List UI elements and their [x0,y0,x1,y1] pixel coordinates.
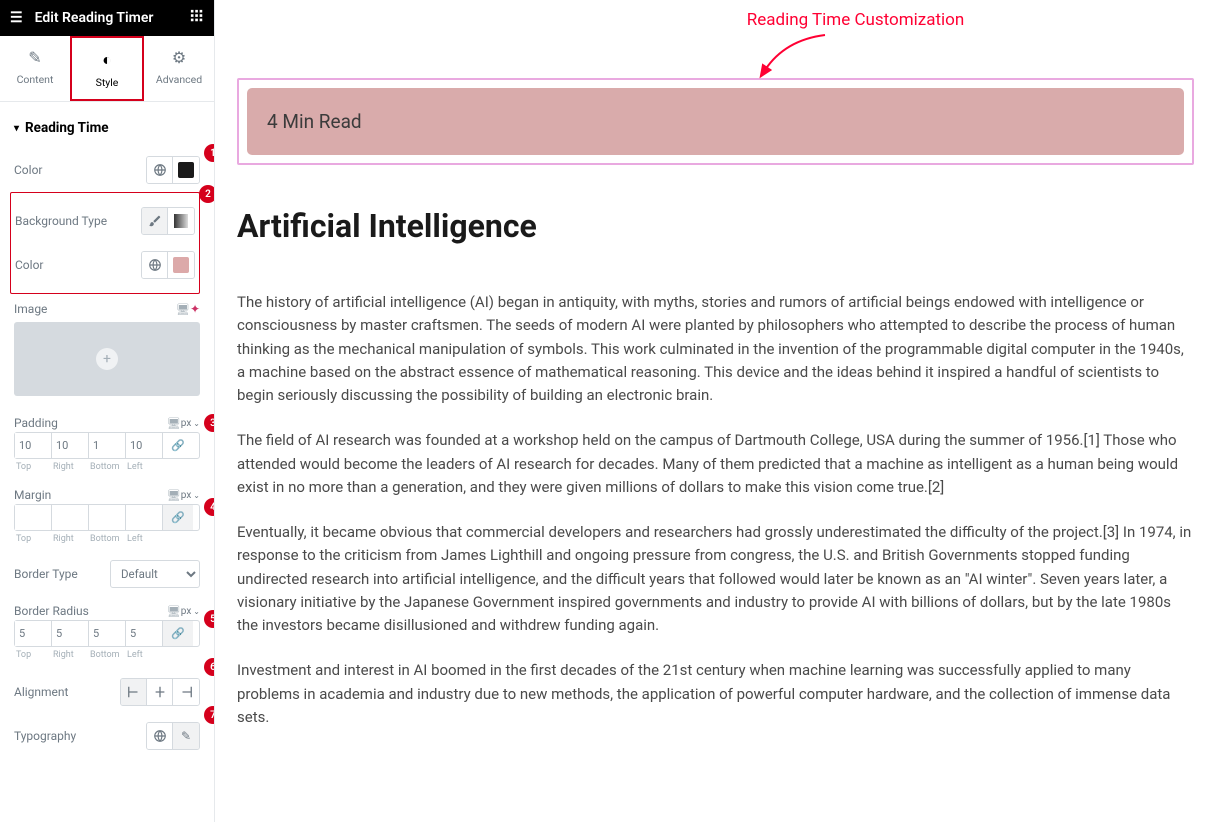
responsive-icon[interactable]: 🖥 [167,489,181,502]
global-bg-color-button[interactable] [142,252,168,278]
annotation-title: Reading Time Customization [517,10,1194,30]
control-color: Color 1 [14,148,200,192]
control-image: Image 🖥 ✦ [14,294,200,318]
global-color-button[interactable] [147,157,173,183]
gear-icon: ⚙ [144,48,214,67]
menu-icon[interactable]: ☰ [10,10,23,26]
margin-labels: TopRightBottomLeft [14,534,200,544]
control-border-type: Border Type Default [14,552,200,596]
bg-color-picker-button[interactable] [168,252,194,278]
radius-labels: TopRightBottomLeft [14,650,200,660]
radius-right-input[interactable] [52,621,89,646]
responsive-icon[interactable]: 🖥 [167,605,181,618]
padding-bottom-input[interactable] [89,433,126,458]
radius-left-input[interactable] [126,621,163,646]
padding-link-button[interactable]: 🔗 [163,433,193,458]
border-type-select[interactable]: Default [110,560,200,588]
article-title: Artificial Intelligence [237,207,1194,245]
bg-classic-button[interactable] [142,208,168,234]
reading-time-widget-selected[interactable]: 4 Min Read [237,78,1194,165]
align-right-button[interactable] [173,679,199,705]
padding-left-input[interactable] [126,433,163,458]
global-typography-button[interactable] [147,723,173,749]
margin-unit-selector[interactable]: px⌄ [181,490,200,501]
color-picker-button[interactable] [173,157,199,183]
article-paragraph: Investment and interest in AI boomed in … [237,659,1194,729]
header-title: Edit Reading Timer [35,10,154,26]
grid-icon[interactable] [190,9,204,27]
highlighted-controls: Background Type 2 Color [10,192,200,294]
margin-top-input[interactable] [15,505,52,530]
align-left-button[interactable] [121,679,147,705]
align-center-button[interactable] [147,679,173,705]
reading-time-box: 4 Min Read [247,88,1184,155]
control-bg-color: Color [15,243,195,287]
pencil-icon: ✎ [0,48,70,67]
preview-area: Reading Time Customization 4 Min Read Ar… [215,0,1209,822]
sidebar-header: ☰ Edit Reading Timer [0,0,214,36]
radius-top-input[interactable] [15,621,52,646]
margin-link-button[interactable]: 🔗 [163,505,193,530]
editor-tabs: ✎ Content ◐ Style ⚙ Advanced [0,36,214,102]
padding-top-input[interactable] [15,433,52,458]
control-padding: Padding 🖥 px⌄ 3 [14,408,200,432]
bg-gradient-button[interactable] [168,208,194,234]
margin-left-input[interactable] [126,505,163,530]
margin-right-input[interactable] [52,505,89,530]
plus-icon: + [96,348,118,370]
control-border-radius: Border Radius 🖥 px⌄ 5 [14,596,200,620]
annotation-arrow-icon [755,30,835,80]
contrast-icon: ◐ [72,50,142,70]
section-reading-time[interactable]: ▾ Reading Time [14,102,200,148]
control-margin: Margin 🖥 px⌄ 4 [14,480,200,504]
annotation-badge-5: 5 [204,610,214,628]
control-typography: Typography ✎ 7 [14,714,200,758]
margin-bottom-input[interactable] [89,505,126,530]
padding-labels: TopRightBottomLeft [14,462,200,472]
editor-sidebar: ☰ Edit Reading Timer ✎ Content ◐ Style ⚙… [0,0,215,822]
image-upload-area[interactable]: + [14,322,200,396]
radius-unit-selector[interactable]: px⌄ [181,606,200,617]
tab-advanced[interactable]: ⚙ Advanced [144,36,214,101]
reading-time-text: 4 Min Read [267,110,362,133]
radius-link-button[interactable]: 🔗 [163,621,193,646]
annotation-badge-6: 6 [204,658,214,676]
annotation-badge-2: 2 [199,185,214,203]
annotation-badge-1: 1 [204,144,214,162]
tab-content[interactable]: ✎ Content [0,36,70,101]
annotation-badge-4: 4 [204,498,214,516]
caret-down-icon: ▾ [14,123,19,134]
annotation-badge-7: 7 [204,706,214,724]
padding-inputs: 🔗 [14,432,200,459]
radius-bottom-input[interactable] [89,621,126,646]
article-body: The history of artificial intelligence (… [237,291,1194,729]
padding-right-input[interactable] [52,433,89,458]
margin-inputs: 🔗 [14,504,200,531]
padding-unit-selector[interactable]: px⌄ [181,418,200,429]
control-alignment: Alignment 6 [14,670,200,714]
article-paragraph: Eventually, it became obvious that comme… [237,521,1194,637]
style-panel: ▾ Reading Time Color 1 Background Type [0,102,214,822]
control-background-type: Background Type 2 [15,199,195,243]
tab-style[interactable]: ◐ Style [70,36,144,101]
dynamic-icon[interactable]: ✦ [190,302,200,316]
article-paragraph: The field of AI research was founded at … [237,429,1194,499]
radius-inputs: 🔗 [14,620,200,647]
typography-edit-button[interactable]: ✎ [173,723,199,749]
responsive-icon[interactable]: 🖥 [167,417,181,430]
responsive-icon[interactable]: 🖥 [176,303,190,316]
article-paragraph: The history of artificial intelligence (… [237,291,1194,407]
